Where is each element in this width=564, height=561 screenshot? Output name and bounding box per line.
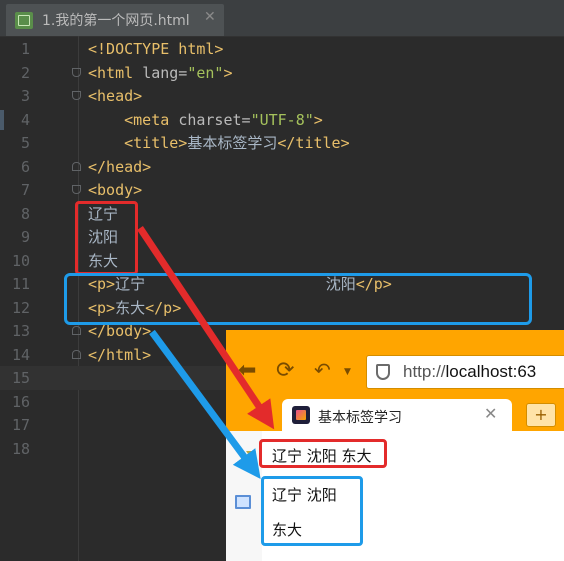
html-file-icon — [15, 12, 33, 29]
code-token: charset= — [178, 110, 251, 129]
code-token: "UTF-8" — [250, 110, 314, 129]
url-prefix: http:// — [403, 362, 446, 381]
code-token: </html> — [88, 345, 152, 364]
fold-marker-icon[interactable] — [72, 67, 81, 77]
triangle-marker-icon — [246, 451, 256, 458]
code-line[interactable]: 5 <title>基本标签学习</title> — [0, 131, 564, 155]
side-strip — [226, 431, 262, 561]
code-token: <html — [88, 63, 143, 82]
annotation-red-box-output — [259, 439, 387, 468]
code-token: <meta — [124, 110, 179, 129]
code-text: </html> — [88, 343, 151, 367]
editor-tab-label: 1.我的第一个网页.html — [42, 13, 190, 29]
line-number: 6 — [20, 157, 30, 176]
line-number: 18 — [11, 439, 30, 458]
code-text: <body> — [88, 178, 142, 202]
shield-icon — [376, 364, 390, 380]
line-number: 7 — [20, 181, 30, 199]
code-token: "en" — [187, 63, 224, 82]
browser-tab-title: 基本标签学习 — [318, 410, 402, 426]
code-line[interactable]: 1 <!DOCTYPE html> — [0, 37, 564, 61]
code-token: <!DOCTYPE html> — [88, 40, 224, 58]
code-text: </head> — [88, 155, 151, 179]
new-tab-button[interactable]: + — [526, 403, 556, 427]
code-line[interactable]: 4 <meta charset="UTF-8"> — [0, 108, 564, 132]
code-line[interactable]: 2 <html lang="en"> — [0, 61, 564, 85]
annotation-blue-box-code — [64, 273, 532, 325]
undo-icon[interactable]: ↶ — [314, 358, 331, 382]
code-token: <body> — [88, 181, 143, 199]
code-token: > — [223, 63, 233, 82]
line-number: 3 — [20, 87, 30, 105]
line-number: 1 — [20, 40, 30, 58]
address-bar[interactable]: http://localhost:63 — [366, 355, 564, 389]
intellij-favicon-icon — [292, 406, 310, 424]
annotation-red-box-code — [75, 201, 138, 275]
line-number: 5 — [20, 134, 30, 152]
code-text: <html lang="en"> — [88, 61, 233, 85]
code-token: </title> — [277, 134, 350, 152]
line-number: 8 — [20, 204, 30, 223]
line-number: 11 — [11, 275, 30, 293]
line-number: 9 — [20, 228, 30, 246]
code-token: lang= — [142, 63, 188, 82]
line-number: 14 — [11, 345, 30, 364]
line-number: 17 — [11, 416, 30, 434]
monitor-icon[interactable] — [235, 495, 251, 509]
fold-marker-icon[interactable] — [72, 161, 81, 171]
code-text: <head> — [88, 84, 142, 108]
line-number: 13 — [11, 322, 30, 340]
close-icon[interactable]: ✕ — [204, 9, 216, 25]
chevron-down-icon[interactable]: ▼ — [344, 367, 351, 377]
code-token: <head> — [88, 87, 143, 105]
code-text: <meta charset="UTF-8"> — [88, 108, 323, 132]
browser-tab[interactable]: 基本标签学习 ✕ — [282, 399, 512, 431]
fold-marker-icon[interactable] — [72, 349, 81, 359]
fold-marker-icon[interactable] — [72, 91, 81, 100]
browser-tab-close-icon[interactable]: ✕ — [484, 404, 497, 423]
editor-tab-bar: 1.我的第一个网页.html ✕ — [0, 0, 564, 37]
code-token: 基本标签学习 — [187, 134, 278, 152]
line-number: 12 — [11, 298, 30, 317]
code-token: <title> — [124, 134, 188, 152]
line-number: 10 — [11, 251, 30, 270]
line-number: 16 — [11, 392, 30, 411]
code-line[interactable]: 6 </head> — [0, 155, 564, 179]
annotation-blue-box-output — [261, 476, 363, 546]
code-token: > — [313, 110, 323, 129]
fold-marker-icon[interactable] — [72, 326, 81, 335]
line-number: 15 — [11, 369, 30, 387]
url-host: localhost:63 — [445, 362, 537, 381]
url-text[interactable]: http://localhost:63 — [403, 362, 536, 382]
back-arrow-icon[interactable]: ⬅ — [238, 358, 256, 383]
code-line[interactable]: 7 <body> — [0, 178, 564, 202]
code-text: <!DOCTYPE html> — [88, 37, 223, 61]
fold-marker-icon[interactable] — [72, 185, 81, 194]
code-text: <title>基本标签学习</title> — [88, 131, 350, 155]
reload-icon[interactable]: ⟳ — [276, 358, 294, 383]
code-line[interactable]: 3 <head> — [0, 84, 564, 108]
editor-tab[interactable]: 1.我的第一个网页.html ✕ — [6, 4, 224, 36]
code-token: </head> — [88, 157, 152, 176]
line-number: 2 — [20, 63, 30, 82]
line-number: 4 — [20, 110, 30, 129]
